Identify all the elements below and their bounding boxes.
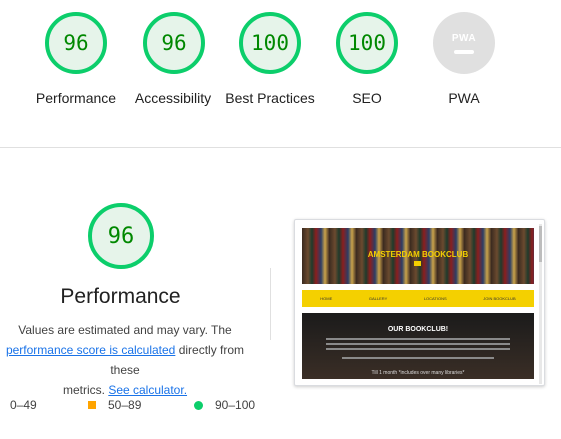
pwa-label[interactable]: PWA [409, 88, 519, 108]
screenshot-text-line [326, 343, 510, 345]
performance-score-gauge: 96 [88, 203, 154, 269]
final-screenshot[interactable]: AMSTERDAM BOOKCLUB HOME GALLERY LOCATION… [294, 219, 545, 386]
screenshot-nav-item: HOME [320, 296, 333, 301]
legend-pass-range: 90–100 [215, 398, 256, 412]
performance-label[interactable]: Performance [21, 88, 131, 108]
screenshot-navbar: HOME GALLERY LOCATIONS JOIN BOOKCLUB [302, 290, 534, 307]
desc-line-1: Values are estimated and may vary. The [18, 323, 232, 337]
desc-metrics-text: metrics. [62, 383, 109, 397]
screenshot-nav-item: LOCATIONS [423, 296, 447, 301]
pass-circle-icon [194, 400, 203, 410]
score-number: 100 [348, 31, 386, 55]
screenshot-about-footer: Till 1 month *includes over many librari… [371, 370, 465, 376]
performance-description: Values are estimated and may vary. The p… [0, 320, 258, 400]
screenshot-scrollbar-thumb [539, 226, 542, 262]
section-divider [0, 147, 561, 148]
screenshot-text-line [326, 348, 510, 350]
screenshot-about-section: OUR BOOKCLUB! Till 1 month *includes ove… [302, 313, 534, 379]
best-practices-gauge[interactable]: 100 [239, 12, 301, 74]
desc-line-2: performance score is calculated directly… [0, 340, 258, 380]
see-calculator-link[interactable]: See calculator. [108, 383, 187, 397]
average-square-icon [88, 401, 96, 409]
screenshot-hero-image: AMSTERDAM BOOKCLUB [302, 228, 534, 284]
screenshot-about-title: OUR BOOKCLUB! [387, 326, 449, 333]
desc-line-3: metrics. See calculator. [0, 380, 258, 400]
screenshot-hero-title: AMSTERDAM BOOKCLUB [367, 250, 469, 259]
screenshot-text-line [326, 338, 510, 340]
accessibility-label[interactable]: Accessibility [118, 88, 228, 108]
score-number: 96 [107, 223, 135, 249]
performance-title: Performance [60, 285, 181, 308]
performance-gauge[interactable]: 96 [45, 12, 107, 74]
seo-gauge[interactable]: 100 [336, 12, 398, 74]
screenshot-nav-item: GALLERY [368, 296, 388, 301]
legend-pass: 90–100 [194, 398, 255, 412]
seo-label[interactable]: SEO [312, 88, 422, 108]
score-calculated-link[interactable]: performance score is calculated [6, 343, 175, 357]
pwa-icon: PWA [451, 32, 477, 44]
book-icon [414, 261, 421, 266]
pwa-gauge[interactable]: PWA [433, 12, 495, 74]
score-number: 100 [251, 31, 289, 55]
screenshot-nav-item: JOIN BOOKCLUB [483, 296, 516, 301]
legend-average-range: 50–89 [108, 398, 142, 412]
score-number: 96 [161, 31, 187, 55]
accessibility-gauge[interactable]: 96 [143, 12, 205, 74]
score-number: 96 [63, 31, 89, 55]
best-practices-label[interactable]: Best Practices [215, 88, 325, 108]
pwa-dash-icon [454, 49, 474, 54]
vertical-divider [270, 268, 271, 340]
screenshot-text-line [342, 357, 494, 359]
legend-fail-range: 0–49 [10, 398, 37, 412]
legend-fail: 0–49 [10, 398, 37, 412]
legend-average: 50–89 [88, 398, 141, 412]
